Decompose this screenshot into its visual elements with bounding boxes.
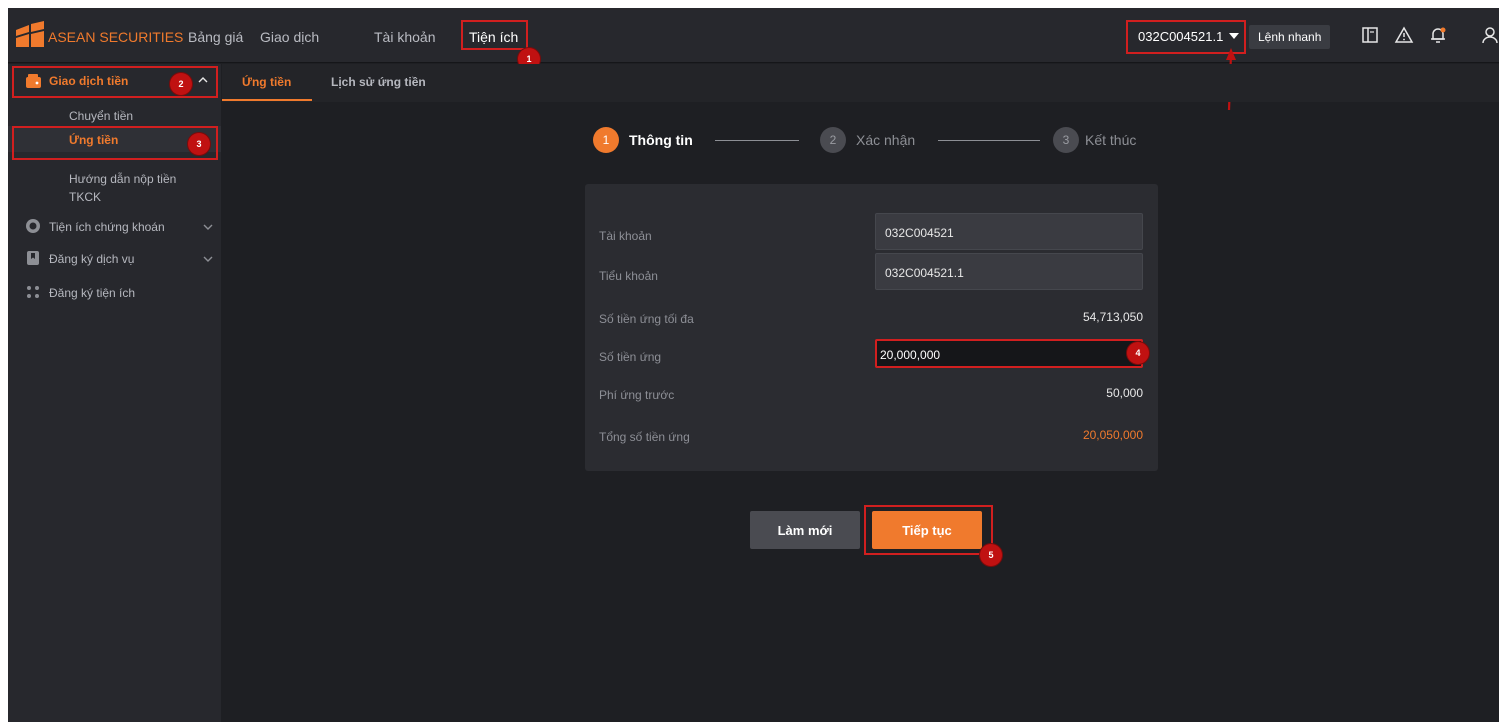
step-number: 1 <box>593 127 619 153</box>
chevron-down-icon <box>203 224 213 230</box>
step-label-confirm: Xác nhận <box>856 132 916 148</box>
asean-logo-icon <box>16 21 44 47</box>
step-number: 3 <box>1053 127 1079 153</box>
app-window: ASEAN SECURITIES Bảng giá Giao dịch Tài … <box>8 8 1499 722</box>
sidebar-group-utility-registration[interactable]: Đăng ký tiện ích <box>49 286 135 300</box>
tab-label: Ứng tiền <box>242 75 292 89</box>
chevron-down-icon <box>203 256 213 262</box>
annotation-badge: 2 <box>170 73 192 95</box>
shield-icon <box>26 219 40 233</box>
sidebar-item-transfer[interactable]: Chuyển tiền <box>69 109 133 123</box>
highlight-box <box>864 505 993 555</box>
amount-label: Số tiền ứng <box>599 350 662 364</box>
total-label: Tổng số tiền ứng <box>599 430 690 444</box>
advance-form: Tài khoản 032C004521 Tiểu khoản 032C0045… <box>585 184 1158 471</box>
fee-label: Phí ứng trước <box>599 388 675 402</box>
sidebar-group-service-registration[interactable]: Đăng ký dịch vụ <box>49 252 134 266</box>
bookmark-icon <box>27 251 39 265</box>
sidebar-group-stock-utilities[interactable]: Tiện ích chứng khoán <box>49 220 165 234</box>
subaccount-label: Tiểu khoản <box>599 269 658 283</box>
tab-advance[interactable]: Ứng tiền <box>222 64 312 102</box>
step-connector <box>938 140 1040 141</box>
account-label: Tài khoản <box>599 229 652 243</box>
highlight-box <box>461 20 528 50</box>
step-number: 2 <box>820 127 846 153</box>
annotation-badge: 4 <box>1127 342 1149 364</box>
bell-icon[interactable] <box>1428 25 1448 45</box>
amount-input[interactable]: 20,000,000 <box>875 339 1143 368</box>
content-tabs: Ứng tiền Lịch sử ứng tiền <box>222 64 1499 102</box>
tab-underline <box>222 99 312 101</box>
user-icon[interactable] <box>1480 25 1499 45</box>
sidebar-item-deposit-guide-cont[interactable]: TKCK <box>69 190 101 204</box>
total-value: 20,050,000 <box>1082 428 1143 442</box>
subaccount-field: 032C004521.1 <box>875 253 1143 290</box>
nav-trading[interactable]: Giao dịch <box>260 29 319 45</box>
step-label-finish: Kết thúc <box>1085 132 1137 148</box>
annotation-badge: 3 <box>188 133 210 155</box>
fee-value: 50,000 <box>1106 386 1143 400</box>
brand-name: ASEAN SECURITIES <box>48 29 184 45</box>
annotation-badge: 5 <box>980 544 1002 566</box>
top-bar: ASEAN SECURITIES Bảng giá Giao dịch Tài … <box>8 8 1499 70</box>
grid-dots-icon <box>27 286 39 298</box>
book-icon[interactable] <box>1360 25 1380 45</box>
quick-order-button[interactable]: Lệnh nhanh <box>1249 25 1331 49</box>
nav-account[interactable]: Tài khoản <box>374 29 435 45</box>
step-connector <box>715 140 799 141</box>
tab-advance-history[interactable]: Lịch sử ứng tiền <box>331 75 426 89</box>
max-amount-label: Số tiền ứng tối đa <box>599 312 694 326</box>
sidebar-item-deposit-guide[interactable]: Hướng dẫn nộp tiền <box>69 172 176 186</box>
reset-button[interactable]: Làm mới <box>750 511 860 549</box>
sidebar: Giao dịch tiền 2 Chuyển tiền Ứng tiền 3 … <box>8 64 221 722</box>
account-field: 032C004521 <box>875 213 1143 250</box>
warning-icon[interactable] <box>1394 25 1414 45</box>
max-amount-value: 54,713,050 <box>1082 310 1143 324</box>
nav-price-board[interactable]: Bảng giá <box>188 29 243 45</box>
step-label-info: Thông tin <box>629 132 693 148</box>
